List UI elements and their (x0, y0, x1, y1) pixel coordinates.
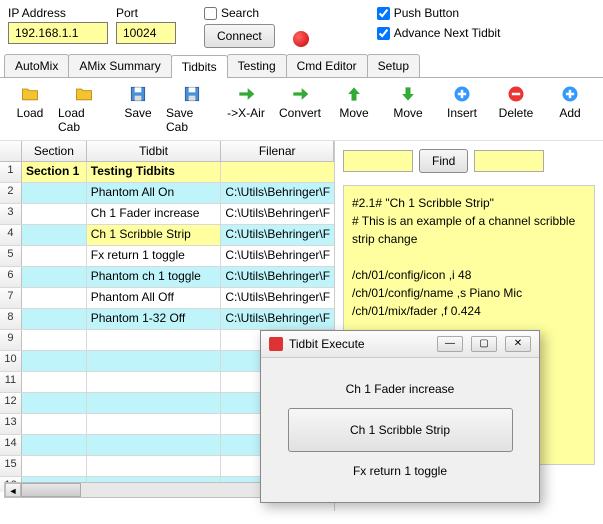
find-right-input[interactable] (474, 150, 544, 172)
table-row[interactable]: 1Section 1Testing Tidbits (0, 162, 334, 183)
dialog-prev-tidbit: Ch 1 Fader increase (275, 382, 525, 396)
table-row[interactable]: 4Ch 1 Scribble StripC:\Utils\Behringer\F (0, 225, 334, 246)
search-checkbox[interactable]: Search (204, 6, 309, 20)
maximize-button[interactable]: ▢ (471, 336, 497, 352)
connect-button[interactable]: Connect (204, 24, 275, 48)
scroll-thumb[interactable] (21, 483, 81, 497)
push-checkbox[interactable]: Push Button (377, 6, 501, 20)
ip-input[interactable] (8, 22, 108, 44)
table-row[interactable]: 3Ch 1 Fader increaseC:\Utils\Behringer\F (0, 204, 334, 225)
dialog-title: Tidbit Execute (289, 337, 365, 351)
toolbar-save-cab[interactable]: Save Cab (166, 84, 218, 134)
tab-testing[interactable]: Testing (227, 54, 287, 77)
dialog-next-tidbit: Fx return 1 toggle (275, 464, 525, 478)
toolbar-move[interactable]: Move (328, 84, 380, 134)
table-row[interactable]: 7Phantom All OffC:\Utils\Behringer\F (0, 288, 334, 309)
toolbar-move[interactable]: Move (382, 84, 434, 134)
toolbar-delete[interactable]: Delete (490, 84, 542, 134)
toolbar-load-cab[interactable]: Load Cab (58, 84, 110, 134)
toolbar-convert[interactable]: Convert (274, 84, 326, 134)
close-button[interactable]: ✕ (505, 336, 531, 352)
table-row[interactable]: 6Phantom ch 1 toggleC:\Utils\Behringer\F (0, 267, 334, 288)
tab-tidbits[interactable]: Tidbits (171, 55, 228, 78)
table-row[interactable]: 2Phantom All OnC:\Utils\Behringer\F (0, 183, 334, 204)
table-row[interactable]: 5Fx return 1 toggleC:\Utils\Behringer\F (0, 246, 334, 267)
dialog-app-icon (269, 337, 283, 351)
tab-setup[interactable]: Setup (367, 54, 420, 77)
toolbar-save[interactable]: Save (112, 84, 164, 134)
tab-automix[interactable]: AutoMix (4, 54, 69, 77)
toolbar--x-air[interactable]: ->X-Air (220, 84, 272, 134)
grid-header: Section Tidbit Filenar (0, 141, 334, 162)
tab-amix-summary[interactable]: AMix Summary (68, 54, 171, 77)
advance-checkbox[interactable]: Advance Next Tidbit (377, 26, 501, 40)
tab-cmd-editor[interactable]: Cmd Editor (286, 54, 368, 77)
port-label: Port (116, 6, 176, 20)
scroll-left-icon[interactable]: ◄ (5, 483, 21, 497)
minimize-button[interactable]: — (437, 336, 463, 352)
port-input[interactable] (116, 22, 176, 44)
record-indicator-icon (293, 31, 309, 47)
find-left-input[interactable] (343, 150, 413, 172)
tidbit-execute-dialog: Tidbit Execute — ▢ ✕ Ch 1 Fader increase… (260, 330, 540, 503)
toolbar-load[interactable]: Load (4, 84, 56, 134)
find-button[interactable]: Find (419, 149, 468, 173)
toolbar-add[interactable]: Add (544, 84, 596, 134)
execute-tidbit-button[interactable]: Ch 1 Scribble Strip (288, 408, 513, 452)
table-row[interactable]: 8Phantom 1-32 OffC:\Utils\Behringer\F (0, 309, 334, 330)
toolbar-insert[interactable]: Insert (436, 84, 488, 134)
ip-label: IP Address (8, 6, 108, 20)
